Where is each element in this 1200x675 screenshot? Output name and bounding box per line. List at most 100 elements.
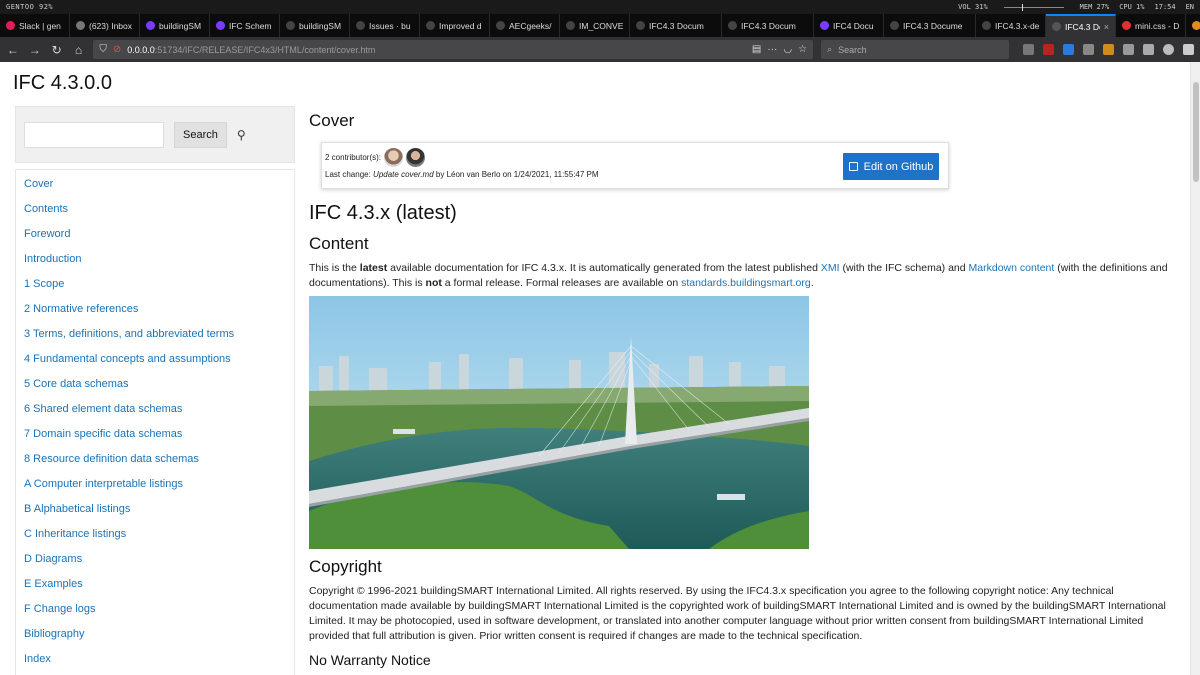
sidebar-search-input[interactable] [24,121,164,148]
toc-link[interactable]: 4 Fundamental concepts and assumptions [16,346,294,371]
magnifier-icon[interactable]: ⚲ [237,128,246,142]
site-title: IFC 4.3.0.0 [13,72,112,94]
browser-tab[interactable]: (623) Inbox [70,14,140,37]
tab-title: Improved d [439,20,482,31]
standards-link[interactable]: standards.buildingsmart.org [681,277,811,289]
toc-link[interactable]: 8 Resource definition data schemas [16,446,294,471]
browser-tab[interactable]: buildingSM [140,14,210,37]
browser-tab[interactable]: mini.css - D [1116,14,1186,37]
sidebar-search-panel: Search ⚲ [15,106,295,163]
browser-tab[interactable]: python tabu [1186,14,1200,37]
toc-link[interactable]: Bibliography [16,621,294,646]
sidebar-search-button[interactable]: Search [174,121,227,148]
browser-tab[interactable]: IFC4.3.x-de [976,14,1046,37]
tab-title: IFC4.3 Docum [741,20,796,31]
toc-link[interactable]: 5 Core data schemas [16,371,294,396]
tab-title: IFC4.3 Docu [1065,21,1100,32]
web-search-placeholder: Search [838,44,867,55]
tab-title: IM_CONVE [579,20,623,31]
toc-link[interactable]: A Computer interpretable listings [16,471,294,496]
clock: 17:54 [1154,3,1176,11]
toc-link[interactable]: 3 Terms, definitions, and abbreviated te… [16,321,294,346]
back-icon[interactable]: ← [6,43,20,57]
toc-link[interactable]: E Examples [16,571,294,596]
sidebar-icon[interactable] [1123,44,1135,55]
extension-orange-icon[interactable] [1103,44,1115,55]
contributors-count: 2 contributor(s): [325,153,382,162]
extension-grey-icon[interactable] [1083,44,1095,55]
toc-link[interactable]: D Diagrams [16,546,294,571]
scrollbar-thumb[interactable] [1193,82,1199,182]
toc-link[interactable]: 7 Domain specific data schemas [16,421,294,446]
tab-favicon-icon [982,21,991,30]
tab-title: (623) Inbox [89,20,132,31]
tab-title: Issues · bu [369,20,411,31]
tab-title: AECgeeks/ [509,20,552,31]
address-bar[interactable]: ⛉ ⊘ 0.0.0.0:51734/IFC/RELEASE/IFC4x3/HTM… [93,40,814,59]
browser-tab[interactable]: IFC4.3 Docum [722,14,814,37]
toc-link[interactable]: 1 Scope [16,271,294,296]
reader-view-icon[interactable]: ▤ [752,44,761,55]
forward-icon[interactable]: → [28,43,42,57]
browser-tab[interactable]: AECgeeks/ [490,14,560,37]
toc-link[interactable]: B Alphabetical listings [16,496,294,521]
toc-link[interactable]: C Inheritance listings [16,521,294,546]
reload-icon[interactable]: ↻ [50,43,64,57]
screenshot-icon[interactable] [1143,44,1155,55]
markdown-link[interactable]: Markdown content [969,262,1055,274]
insecure-lock-icon[interactable]: ⊘ [113,44,121,55]
tab-favicon-icon [890,21,899,30]
tab-favicon-icon [728,21,737,30]
toc-link[interactable]: Index [16,646,294,671]
close-tab-icon[interactable]: × [1104,22,1109,32]
account-icon[interactable] [1163,44,1175,55]
library-icon[interactable] [1023,44,1035,55]
browser-tab[interactable]: Issues · bu [350,14,420,37]
browser-tab[interactable]: Improved d [420,14,490,37]
volume-slider[interactable] [1003,3,1064,11]
bookmark-star-icon[interactable]: ☆ [798,44,807,55]
browser-tab[interactable]: IFC4.3 Docu × [1046,14,1116,37]
xmi-link[interactable]: XMI [821,262,840,274]
volume-readout: VOL 31% [958,3,988,11]
copyright-paragraph: Copyright © 1996-2021 buildingSMART Inte… [309,585,1166,642]
content-heading: Content [309,234,369,253]
avatar[interactable] [406,148,426,167]
ublock-icon[interactable] [1043,44,1055,55]
toc-link[interactable]: Foreword [16,221,294,246]
toc-link[interactable]: Contents [16,196,294,221]
tab-title: mini.css - D [1135,20,1179,31]
web-search-box[interactable]: ⌕ Search [821,40,1010,59]
toc-link[interactable]: Cover [16,171,294,196]
toc-link[interactable]: F Change logs [16,596,294,621]
browser-tab[interactable]: IFC4 Docu [814,14,884,37]
tab-favicon-icon [1192,21,1200,30]
home-icon[interactable]: ⌂ [72,43,86,57]
url-host: 0.0.0.0 [127,44,155,55]
tab-title: IFC Schem [229,20,272,31]
browser-tab[interactable]: IFC4.3 Docume [884,14,976,37]
edit-on-github-button[interactable]: Edit on Github [843,153,939,180]
menu-icon[interactable] [1183,44,1195,55]
avatar[interactable] [384,148,404,167]
tab-favicon-icon [286,21,295,30]
browser-tab[interactable]: IFC Schem [210,14,280,37]
browser-tab[interactable]: buildingSM [280,14,350,37]
pocket-icon[interactable]: ◡ [783,44,792,55]
page-actions-icon[interactable]: ··· [767,44,777,55]
contributors-box: 2 contributor(s): Last change: Update co… [321,142,949,189]
table-of-contents: Cover Contents Foreword Introduction 1 Scope… [15,169,295,675]
last-change-commit: Update cover.md [373,170,434,179]
extension-blue-icon[interactable] [1063,44,1075,55]
browser-tab[interactable]: IM_CONVE [560,14,630,37]
version-title: IFC 4.3.x (latest) [309,202,457,224]
toc-link[interactable]: 2 Normative references [16,296,294,321]
toc-link[interactable]: 6 Shared element data schemas [16,396,294,421]
tab-favicon-icon [496,21,505,30]
browser-tab[interactable]: IFC4.3 Docum [630,14,722,37]
tab-favicon-icon [1122,21,1131,30]
shield-icon[interactable]: ⛉ [99,44,107,55]
toc-link[interactable]: Introduction [16,246,294,271]
browser-tab[interactable]: Slack | gen [0,14,70,37]
page-scrollbar[interactable] [1190,62,1200,675]
